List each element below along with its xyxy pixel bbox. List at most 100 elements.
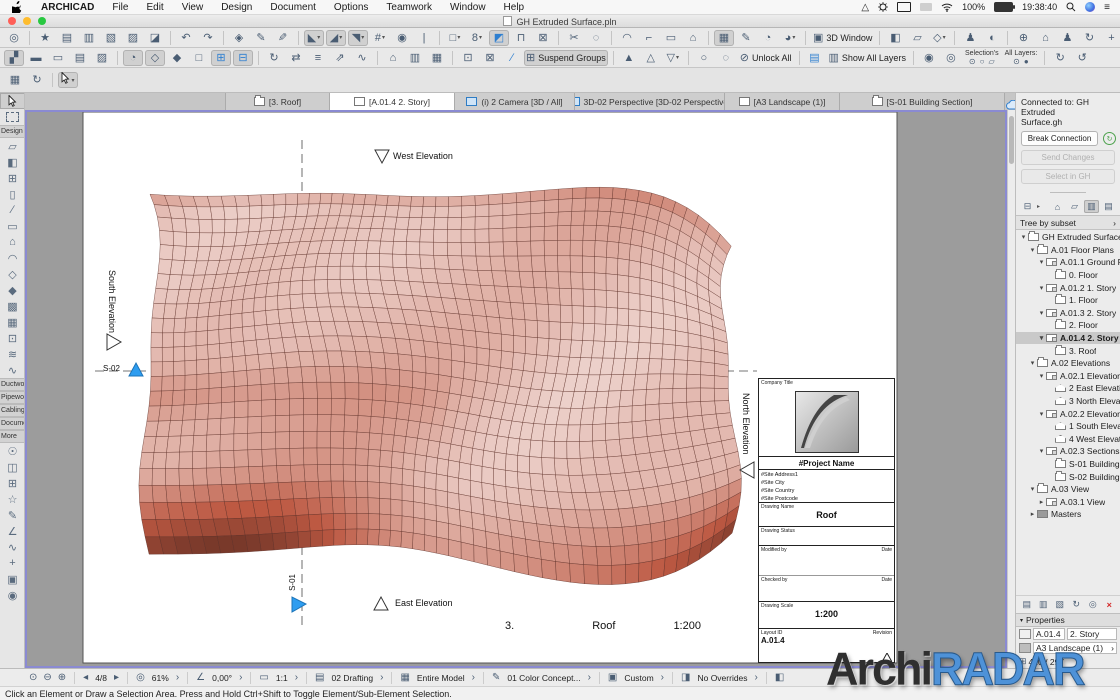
diamond-snap-icon[interactable]: ◆ bbox=[167, 50, 187, 66]
orientation-chevron-icon[interactable]: › bbox=[239, 672, 242, 683]
scale-value[interactable]: 1:1 bbox=[276, 673, 288, 683]
model-view-value[interactable]: Custom bbox=[624, 673, 653, 683]
add-bookmark-icon[interactable]: ⊕ bbox=[1013, 30, 1033, 46]
layer-chevron-icon[interactable]: › bbox=[380, 672, 383, 683]
redo-icon[interactable]: ↷ bbox=[198, 30, 218, 46]
selection-lock-icon[interactable]: ○ bbox=[980, 58, 985, 66]
tree-item[interactable]: ▾GH Extruded Surface bbox=[1016, 231, 1120, 244]
grid-snap-icon[interactable]: #▾ bbox=[370, 30, 390, 46]
fill-mode-icon[interactable]: ▤ bbox=[70, 50, 90, 66]
select-arrow-tool[interactable] bbox=[0, 93, 25, 109]
cloud-options-icon[interactable]: ◕▾ bbox=[780, 30, 800, 46]
transfer-settings-icon[interactable]: ▧ bbox=[101, 30, 121, 46]
tree-expander[interactable]: ▾ bbox=[1037, 410, 1046, 418]
toolbox-section-pipewor[interactable]: Pipewor bbox=[0, 391, 25, 404]
guide-lines-icon[interactable]: ◣▾ bbox=[304, 30, 324, 46]
tree-mode-selector[interactable]: Tree by subset› bbox=[1016, 215, 1120, 230]
shell-tool[interactable]: ◠ bbox=[0, 250, 25, 266]
tree-item[interactable]: 3 North Elevation bbox=[1016, 395, 1120, 408]
visibility-b-icon[interactable]: ◎ bbox=[941, 50, 961, 66]
refresh-a-icon[interactable]: ↻ bbox=[1050, 50, 1070, 66]
home-story-icon[interactable]: ⌂ bbox=[683, 30, 703, 46]
zoom-level[interactable]: 61% bbox=[152, 673, 169, 683]
pen-set-value[interactable]: 01 Color Concept... bbox=[507, 673, 580, 683]
rotate-view-icon[interactable]: ↻ bbox=[1079, 30, 1099, 46]
magic-wand-icon[interactable]: ∕ bbox=[502, 50, 522, 66]
section-3d-icon[interactable]: ◧ bbox=[885, 30, 905, 46]
beam-tool[interactable]: ∕ bbox=[0, 202, 25, 218]
menu-item-document[interactable]: Document bbox=[261, 2, 325, 13]
roof-tool[interactable]: ⌂ bbox=[0, 234, 25, 250]
drop-icon[interactable]: ○ bbox=[694, 50, 714, 66]
arc-segment-icon[interactable]: ◔ bbox=[123, 50, 143, 66]
toolbox-section-design[interactable]: Design bbox=[0, 125, 25, 138]
select-in-gh-button[interactable]: Select in GH bbox=[1021, 169, 1115, 184]
tree-item[interactable]: 3. Roof bbox=[1016, 344, 1120, 357]
publish-home-icon[interactable]: ⌂ bbox=[1035, 30, 1055, 46]
slab-tool[interactable]: ▭ bbox=[0, 218, 25, 234]
property-master[interactable]: A3 Landscape (1)› bbox=[1033, 642, 1117, 654]
menu-item-window[interactable]: Window bbox=[441, 2, 495, 13]
break-connection-button[interactable]: Break Connection bbox=[1021, 131, 1098, 146]
tree-item[interactable]: 0. Floor bbox=[1016, 269, 1120, 282]
paste-settings-icon[interactable]: ▥ bbox=[79, 30, 99, 46]
tree-item[interactable]: ▾A.01 Floor Plans bbox=[1016, 244, 1120, 257]
window-tool[interactable]: ⊞ bbox=[0, 170, 25, 186]
zone-tool[interactable]: ▩ bbox=[0, 298, 25, 314]
delete-icon[interactable]: × bbox=[1103, 598, 1117, 611]
favorite-apply-icon[interactable]: ▞ bbox=[4, 50, 24, 66]
tree-item[interactable]: 1. Floor bbox=[1016, 294, 1120, 307]
scroll-zoom-icon[interactable]: ⊙ bbox=[29, 672, 37, 683]
vertical-scrollbar[interactable] bbox=[1007, 110, 1015, 668]
settings-icon[interactable]: ◎ bbox=[1086, 598, 1100, 611]
tree-expander[interactable]: ▾ bbox=[1037, 284, 1046, 292]
tree-item[interactable]: ▾A.01.3 2. Story bbox=[1016, 307, 1120, 320]
bring-forward-icon[interactable]: ▲ bbox=[619, 50, 639, 66]
selection-pen-icon[interactable]: ▱ bbox=[988, 58, 994, 66]
menu-item-archicad[interactable]: ARCHICAD bbox=[32, 2, 103, 13]
menu-item-edit[interactable]: Edit bbox=[137, 2, 172, 13]
menu-item-help[interactable]: Help bbox=[495, 2, 534, 13]
stair-tool[interactable]: ≋ bbox=[0, 346, 25, 362]
zoom-chevron-icon[interactable]: › bbox=[176, 672, 179, 683]
walk-icon[interactable]: ♟ bbox=[1057, 30, 1077, 46]
tab-4[interactable]: 3D-02 Perspective [3D-02 Perspective] bbox=[575, 93, 725, 110]
orbit-icon[interactable]: ◐ bbox=[982, 30, 1002, 46]
favorites-icon[interactable]: ★ bbox=[35, 30, 55, 46]
tab-2[interactable]: [A.01.4 2. Story] bbox=[330, 93, 455, 110]
poly-edit-icon[interactable]: ◇ bbox=[145, 50, 165, 66]
menu-item-teamwork[interactable]: Teamwork bbox=[377, 2, 441, 13]
notification-icon[interactable]: ≡ bbox=[1104, 2, 1110, 13]
rotate-icon[interactable]: ↻ bbox=[264, 50, 284, 66]
lamp-tool[interactable]: ☉ bbox=[0, 443, 25, 459]
tree-item[interactable]: ▾A.02.3 Sections bbox=[1016, 445, 1120, 458]
column-tool[interactable]: ▯ bbox=[0, 186, 25, 202]
project-map-icon[interactable]: ⌂ bbox=[1050, 200, 1065, 213]
ramp-tool[interactable]: ∿ bbox=[0, 362, 25, 378]
layers-solid-icon[interactable]: ● bbox=[1024, 58, 1029, 66]
tab-1[interactable]: [3. Roof] bbox=[225, 93, 330, 110]
tree-expander[interactable]: ▾ bbox=[1037, 447, 1046, 455]
prev-zoom-icon[interactable]: ◂ bbox=[83, 672, 88, 683]
tab-6[interactable]: [S-01 Building Section] bbox=[840, 93, 1005, 110]
tree-item[interactable]: ▾A.02 Elevations bbox=[1016, 357, 1120, 370]
tree-expander[interactable]: ▾ bbox=[1037, 309, 1046, 317]
align-icon[interactable]: ≡ bbox=[308, 50, 328, 66]
send-changes-button[interactable]: Send Changes bbox=[1021, 150, 1115, 165]
tree-expander[interactable]: ▸ bbox=[1037, 498, 1046, 506]
default-settings-icon[interactable]: ↻ bbox=[27, 72, 47, 88]
box-3d-icon[interactable]: ▱ bbox=[907, 30, 927, 46]
trace-icon[interactable]: ⊓ bbox=[511, 30, 531, 46]
tree-expander[interactable]: ▾ bbox=[1028, 485, 1037, 493]
tree-expander[interactable]: ▾ bbox=[1037, 258, 1046, 266]
toolbox-section-ductwor[interactable]: Ductwor bbox=[0, 378, 25, 391]
resize-icon[interactable]: ⊠ bbox=[480, 50, 500, 66]
wifi-icon[interactable] bbox=[941, 3, 953, 12]
zoom-in-icon[interactable]: ⊕ bbox=[58, 672, 66, 683]
orientation-value[interactable]: 0,00° bbox=[212, 673, 232, 683]
zoom-out-icon[interactable]: ⊖ bbox=[43, 672, 51, 683]
tab-3[interactable]: (i) 2 Camera [3D / All] bbox=[455, 93, 575, 110]
tree-item[interactable]: ▾A.02.2 Elevation bbox=[1016, 407, 1120, 420]
tree-item[interactable]: ▸Masters bbox=[1016, 508, 1120, 521]
suspend-groups-button[interactable]: ⊞Suspend Groups bbox=[524, 50, 608, 66]
